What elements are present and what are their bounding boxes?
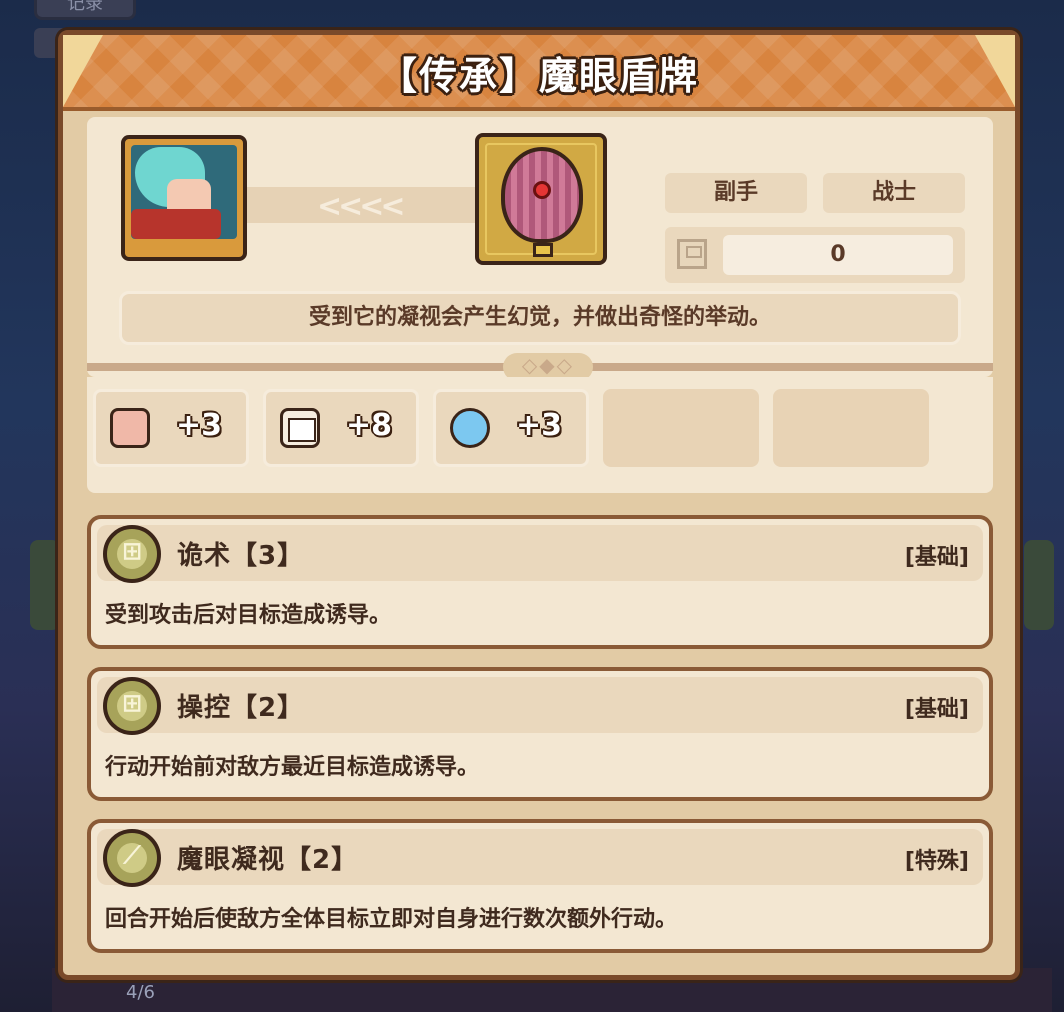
title-bar: 【传承】魔眼盾牌 — [63, 35, 1015, 111]
item-stat-value: 0 — [723, 235, 953, 275]
skill-name: 魔眼凝视【2】 — [177, 845, 359, 875]
item-detail-panel: 【传承】魔眼盾牌 <<<< 副手 战士 0 受到它的凝视会产生幻觉，并做出奇怪的… — [58, 30, 1020, 980]
item-title: 【传承】魔眼盾牌 — [378, 54, 699, 98]
skill-name: 操控【2】 — [177, 693, 305, 723]
portrait-cloak — [131, 209, 221, 239]
eye-shield-icon — [501, 147, 583, 243]
page-indicator: 4/6 — [126, 982, 155, 1003]
item-overview: <<<< 副手 战士 0 受到它的凝视会产生幻觉，并做出奇怪的举动。 — [87, 117, 993, 377]
bonus-cell: +8 — [263, 389, 419, 467]
eye-icon — [533, 181, 551, 199]
skill-header: ⊞ 诡术【3】 [基础] — [97, 525, 983, 583]
fist-icon — [110, 408, 150, 448]
skill-card[interactable]: ⟋ 魔眼凝视【2】 [特殊] 回合开始后使敌方全体目标立即对自身进行数次额外行动… — [87, 819, 993, 953]
rune-glyph: ⊞ — [121, 689, 143, 717]
slot-tag: 副手 — [665, 173, 807, 213]
feather-icon: ⟋ — [103, 829, 161, 887]
bonus-cell-empty — [603, 389, 759, 467]
skill-type: [特殊] — [904, 849, 969, 874]
bonus-value: +3 — [516, 408, 563, 443]
shield-tassel — [533, 243, 553, 257]
rune-glyph: ⊞ — [121, 537, 143, 565]
skill-card[interactable]: ⊞ 操控【2】 [基础] 行动开始前对敌方最近目标造成诱导。 — [87, 667, 993, 801]
inherit-arrow-track: <<<< — [247, 187, 477, 224]
skill-description: 受到攻击后对目标造成诱导。 — [105, 603, 392, 628]
bonus-cell: +3 — [93, 389, 249, 467]
bonus-value: +3 — [176, 408, 223, 443]
class-tag: 战士 — [823, 173, 965, 213]
skill-header: ⊞ 操控【2】 [基础] — [97, 677, 983, 735]
skill-description: 回合开始后使敌方全体目标立即对自身进行数次额外行动。 — [105, 907, 678, 932]
skill-type: [基础] — [904, 545, 969, 570]
hero-portrait[interactable] — [121, 135, 247, 261]
feather-glyph: ⟋ — [123, 841, 141, 869]
bonus-cell: +3 — [433, 389, 589, 467]
water-drop-icon — [450, 408, 490, 448]
skill-card[interactable]: ⊞ 诡术【3】 [基础] 受到攻击后对目标造成诱导。 — [87, 515, 993, 649]
item-icon-frame[interactable] — [475, 133, 607, 265]
bonus-stats-panel: +3 +8 +3 — [87, 377, 993, 493]
stat-block-icon — [677, 239, 707, 269]
background-side-right — [1024, 540, 1054, 630]
skill-name: 诡术【3】 — [177, 541, 305, 571]
background-side-left — [30, 540, 60, 630]
book-icon — [280, 408, 320, 448]
background-tab[interactable]: 记录 — [34, 0, 136, 20]
item-stat-row: 0 — [665, 227, 965, 283]
bonus-cell-empty — [773, 389, 929, 467]
skill-type: [基础] — [904, 697, 969, 722]
bonus-value: +8 — [346, 408, 393, 443]
skill-header: ⟋ 魔眼凝视【2】 [特殊] — [97, 829, 983, 887]
skill-description: 行动开始前对敌方最近目标造成诱导。 — [105, 755, 480, 780]
rune-icon: ⊞ — [103, 525, 161, 583]
rune-icon: ⊞ — [103, 677, 161, 735]
chevron-left-icon: <<<< — [317, 189, 406, 224]
item-description: 受到它的凝视会产生幻觉，并做出奇怪的举动。 — [119, 291, 961, 345]
